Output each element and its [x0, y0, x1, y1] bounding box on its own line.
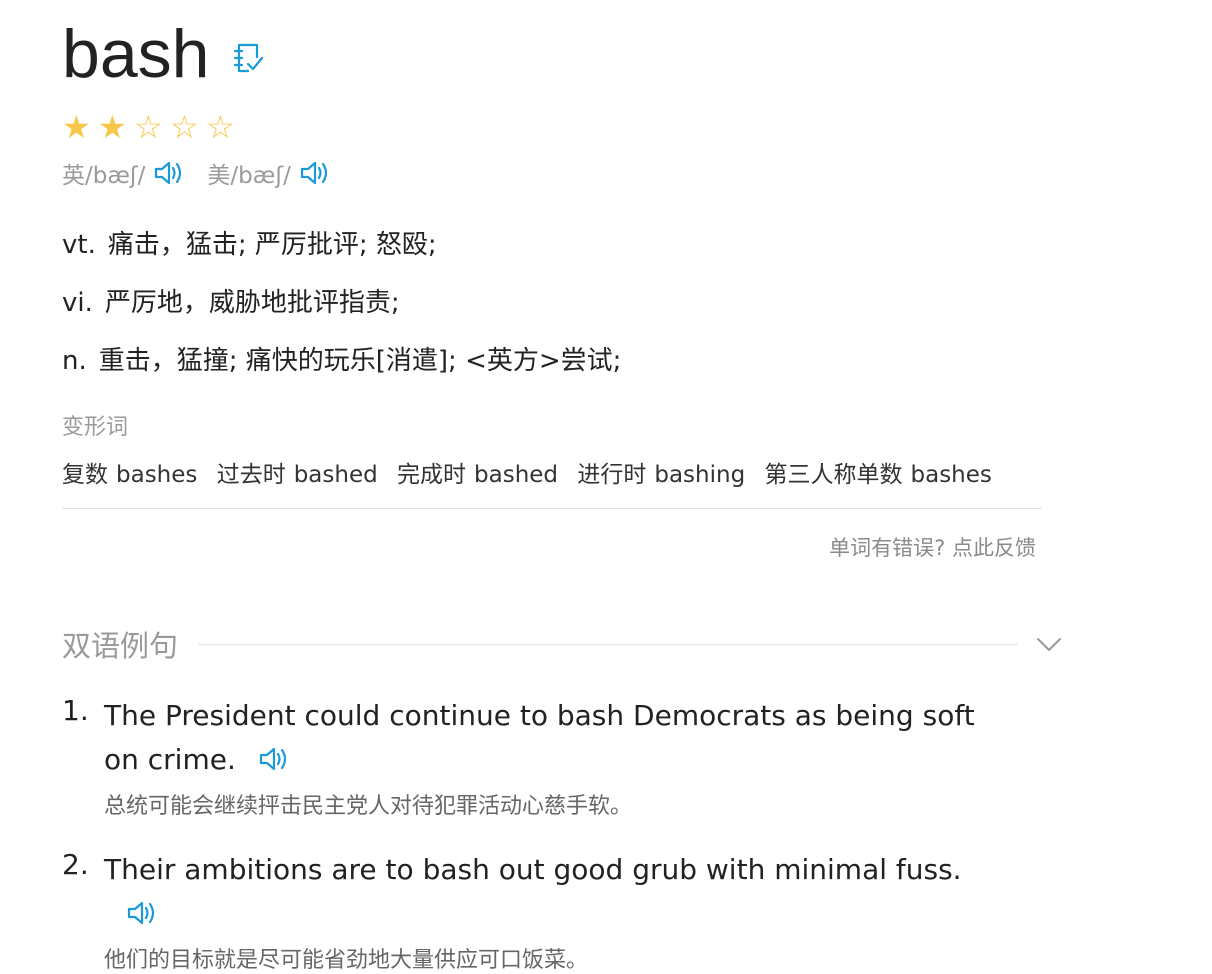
example-body: The President could continue to bash Dem…	[104, 694, 1004, 820]
example-english: Their ambitions are to bash out good gru…	[104, 848, 1004, 936]
example-english-text: Their ambitions are to bash out good gru…	[104, 853, 962, 886]
word-form: 过去时 bashed	[216, 462, 378, 488]
word-forms-label: 变形词	[62, 415, 129, 440]
headword-row: bash	[62, 14, 265, 94]
speaker-icon[interactable]	[299, 159, 331, 187]
definition-text: 痛击，猛击; 严厉批评; 怒殴;	[107, 230, 437, 260]
add-to-wordbook-icon[interactable]	[231, 41, 265, 75]
phonetic-us: 美/bæʃ/	[207, 156, 330, 190]
example-chinese: 总统可能会继续抨击民主党人对待犯罪活动心慈手软。	[104, 794, 633, 819]
star-outline-icon: ☆	[206, 108, 235, 146]
examples-section-title: 双语例句	[62, 629, 179, 663]
star-filled-icon: ★	[62, 108, 91, 146]
definition-text: 严厉地，威胁地批评指责;	[104, 288, 400, 318]
section-divider	[198, 643, 1018, 645]
examples-section-header[interactable]: 双语例句	[62, 622, 1062, 666]
part-of-speech: n.	[62, 346, 87, 376]
definition-vt: vt. 痛击，猛击; 严厉批评; 怒殴;	[62, 224, 437, 261]
word-forms: 复数 bashes 过去时 bashed 完成时 bashed 进行时 bashing …	[62, 455, 1042, 489]
divider	[62, 508, 1042, 509]
example-english-text: The President could continue to bash Dem…	[104, 699, 975, 776]
part-of-speech: vt.	[62, 230, 96, 260]
part-of-speech: vi.	[62, 288, 93, 318]
word-form: 第三人称单数 bashes	[764, 462, 992, 488]
example-body: Their ambitions are to bash out good gru…	[104, 848, 1004, 974]
word-form: 完成时 bashed	[397, 462, 559, 488]
word-form: 进行时 bashing	[577, 462, 746, 488]
example-chinese: 他们的目标就是尽可能省劲地大量供应可口饭菜。	[104, 948, 589, 973]
example-number: 1.	[62, 694, 89, 727]
definition-vi: vi. 严厉地，威胁地批评指责;	[62, 282, 400, 319]
star-outline-icon: ☆	[170, 108, 199, 146]
phonetic-uk: 英/bæʃ/	[62, 156, 185, 190]
phonetics-row: 英/bæʃ/ 美/bæʃ/	[62, 156, 353, 190]
definition-text: 重击，猛撞; 痛快的玩乐[消遣]; <英方>尝试;	[98, 346, 622, 376]
phonetic-uk-text: 英/bæʃ/	[62, 163, 146, 189]
definition-n: n. 重击，猛撞; 痛快的玩乐[消遣]; <英方>尝试;	[62, 340, 621, 377]
speaker-icon[interactable]	[153, 159, 185, 187]
example-number: 2.	[62, 848, 89, 881]
phonetic-us-text: 美/bæʃ/	[207, 163, 291, 189]
chevron-down-icon[interactable]	[1036, 635, 1062, 653]
example-english: The President could continue to bash Dem…	[104, 694, 1004, 782]
star-outline-icon: ☆	[134, 108, 163, 146]
word-form: 复数 bashes	[62, 462, 198, 488]
frequency-rating: ★ ★ ☆ ☆ ☆	[62, 108, 242, 146]
speaker-icon[interactable]	[258, 745, 290, 773]
headword: bash	[62, 16, 210, 92]
feedback-link[interactable]: 单词有错误? 点此反馈	[829, 532, 1036, 562]
star-filled-icon: ★	[98, 108, 127, 146]
speaker-icon[interactable]	[126, 899, 158, 927]
